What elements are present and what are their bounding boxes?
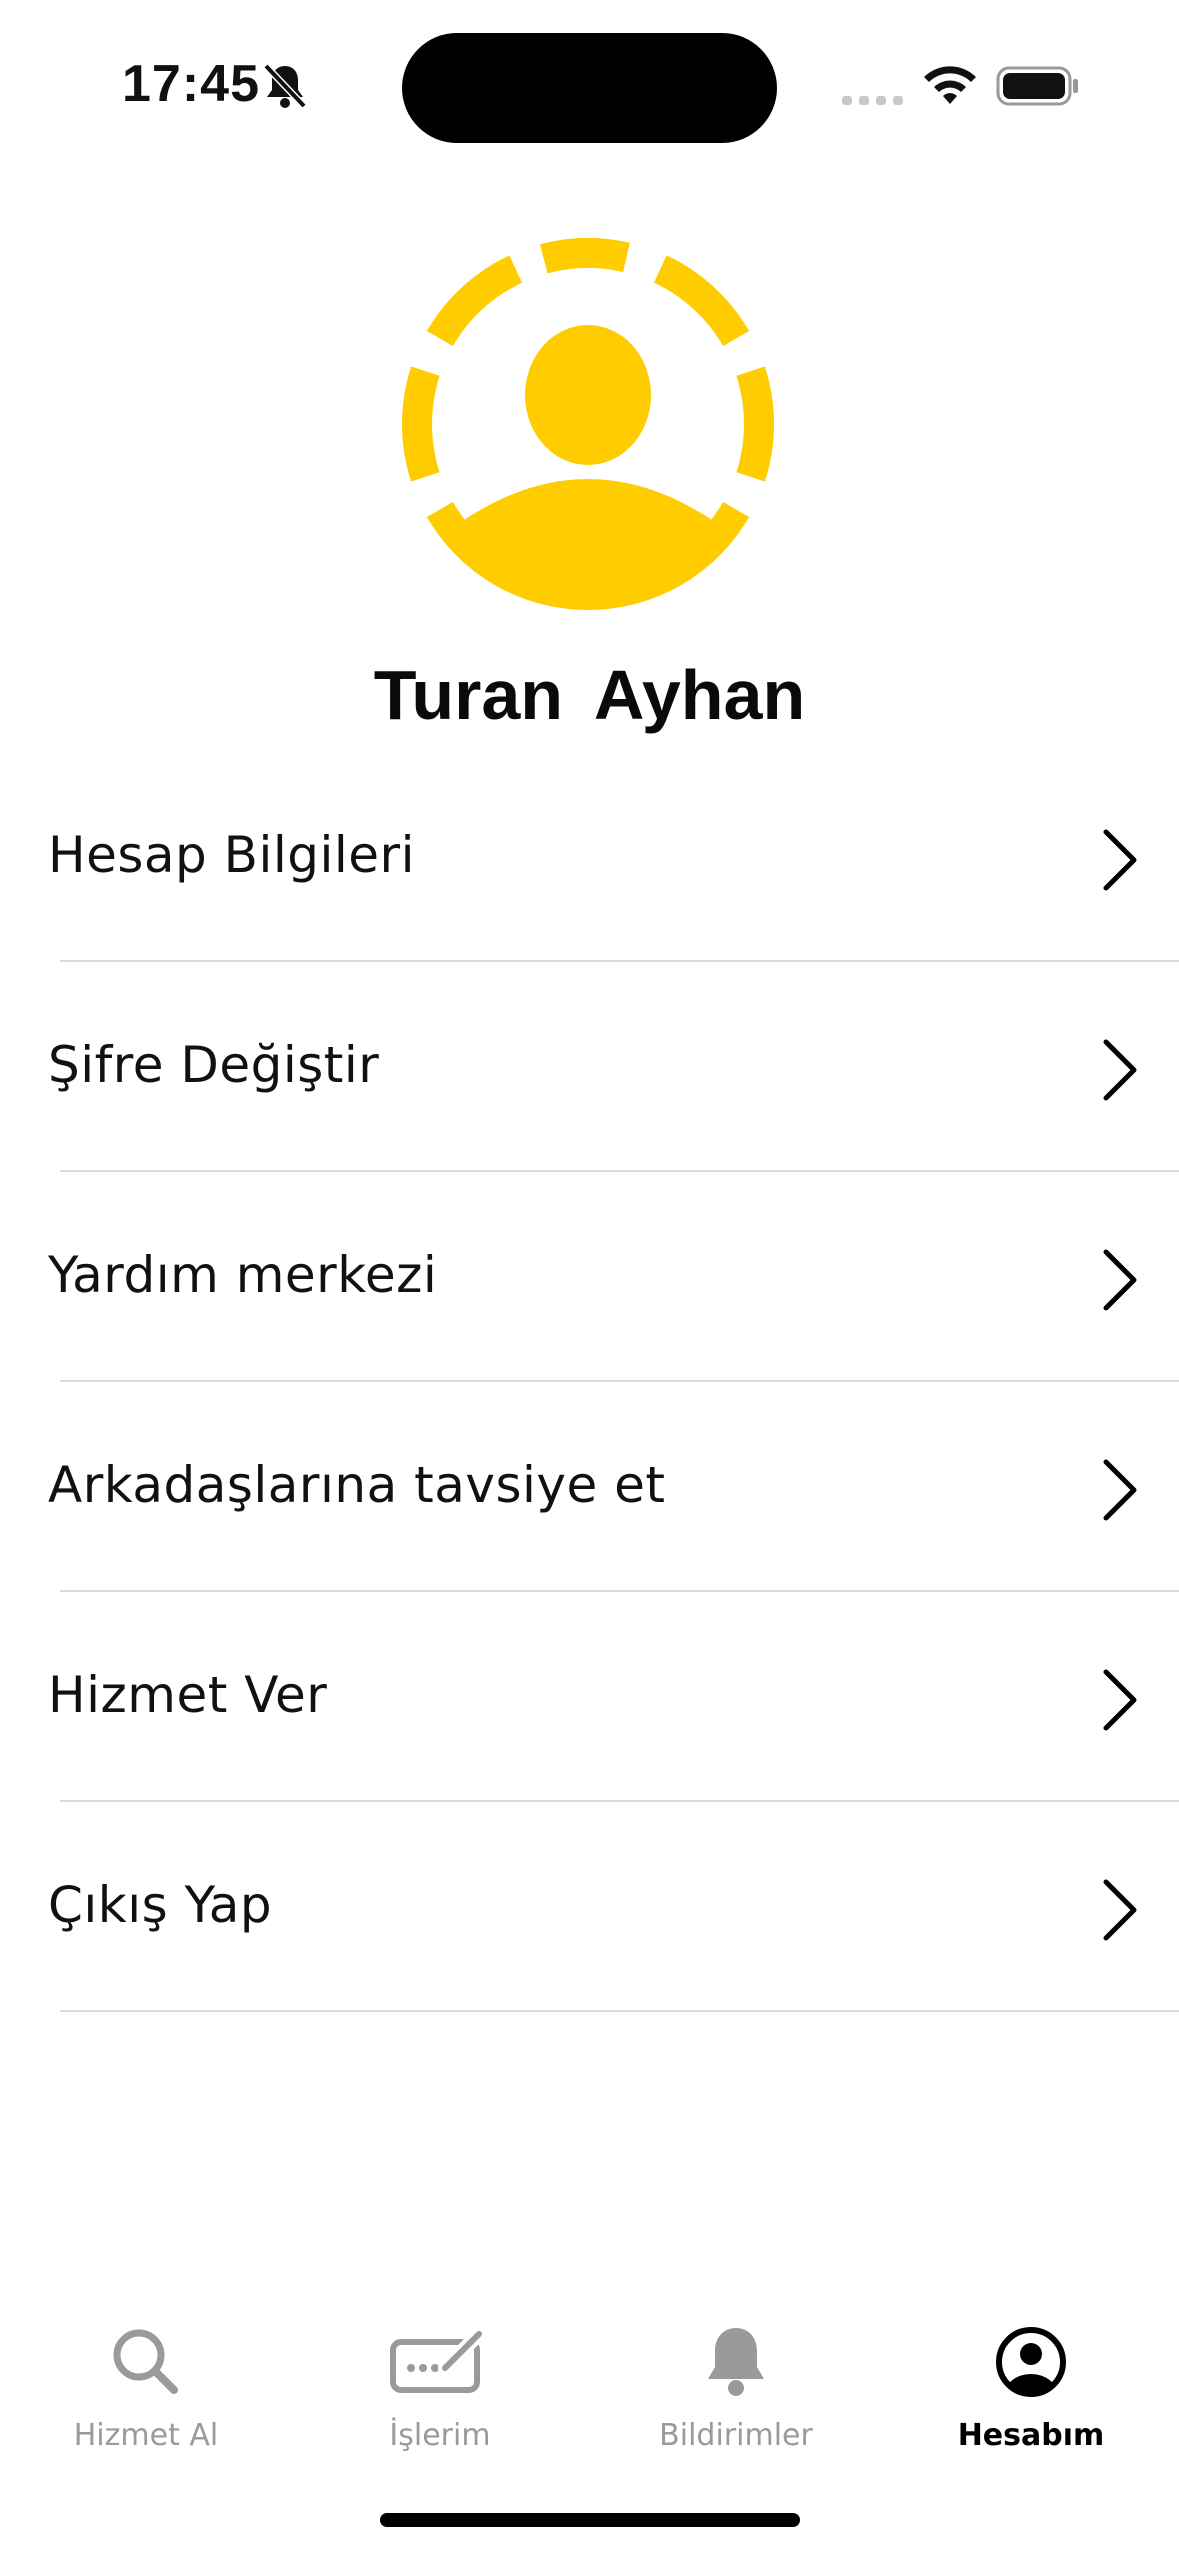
menu-list: Hesap Bilgileri Şifre Değiştir Yardım me… [0,752,1179,2012]
wifi-icon [924,66,976,104]
tab-hizmet-al[interactable]: Hizmet Al [26,2300,266,2470]
chevron-right-icon [1103,1669,1137,1731]
tab-label: İşlerim [389,2418,491,2453]
chevron-right-icon [1103,829,1137,891]
person-circle-icon [996,2327,1066,2397]
avatar-ring-segment [653,255,750,347]
tab-label: Hizmet Al [73,2418,219,2453]
menu-item-label: Yardım merkezi [48,1246,438,1304]
menu-item-label: Hesap Bilgileri [48,826,415,884]
tab-hesabim[interactable]: Hesabım [911,2300,1151,2470]
search-icon [113,2329,178,2394]
tab-bar: Hizmet Al İşlerim Bildirimler Hesabım [0,2300,1179,2480]
chevron-right-icon [1103,1879,1137,1941]
dynamic-island [402,33,777,143]
home-indicator[interactable] [380,2513,800,2527]
battery-icon [996,66,1078,106]
menu-item-label: Çıkış Yap [48,1876,273,1934]
status-time: 17:45 [122,55,260,113]
menu-item-hesap-bilgileri[interactable]: Hesap Bilgileri [0,752,1179,962]
chevron-right-icon [1103,1249,1137,1311]
menu-item-yardim-merkezi[interactable]: Yardım merkezi [0,1172,1179,1382]
menu-item-hizmet-ver[interactable]: Hizmet Ver [0,1592,1179,1802]
chevron-right-icon [1103,1039,1137,1101]
tab-bildirimler[interactable]: Bildirimler [616,2300,856,2470]
chevron-right-icon [1103,1459,1137,1521]
signature-pen-icon [390,2327,486,2393]
tab-islerim[interactable]: İşlerim [320,2300,560,2470]
divider [60,2010,1179,2012]
menu-item-tavsiye-et[interactable]: Arkadaşlarına tavsiye et [0,1382,1179,1592]
menu-item-sifre-degistir[interactable]: Şifre Değiştir [0,962,1179,1172]
tab-label: Hesabım [957,2418,1105,2453]
menu-item-label: Arkadaşlarına tavsiye et [48,1456,666,1514]
avatar-ring-segment [539,238,630,274]
person-circle-icon[interactable] [398,234,778,614]
menu-item-label: Şifre Değiştir [48,1036,380,1094]
avatar-body [458,479,718,610]
menu-item-cikis-yap[interactable]: Çıkış Yap [0,1802,1179,2012]
signal-icon [842,96,903,105]
tab-label: Bildirimler [659,2418,813,2453]
avatar-head [525,325,651,465]
avatar-ring-segment [402,366,440,482]
avatar-ring-segment [736,366,774,482]
profile-name: Turan Ayhan [373,656,806,734]
bell-icon [708,2328,764,2396]
menu-item-label: Hizmet Ver [48,1666,328,1724]
status-bar: 17:45 [0,0,1179,170]
bell-slash-icon [263,63,307,109]
avatar-ring-segment [426,255,523,347]
